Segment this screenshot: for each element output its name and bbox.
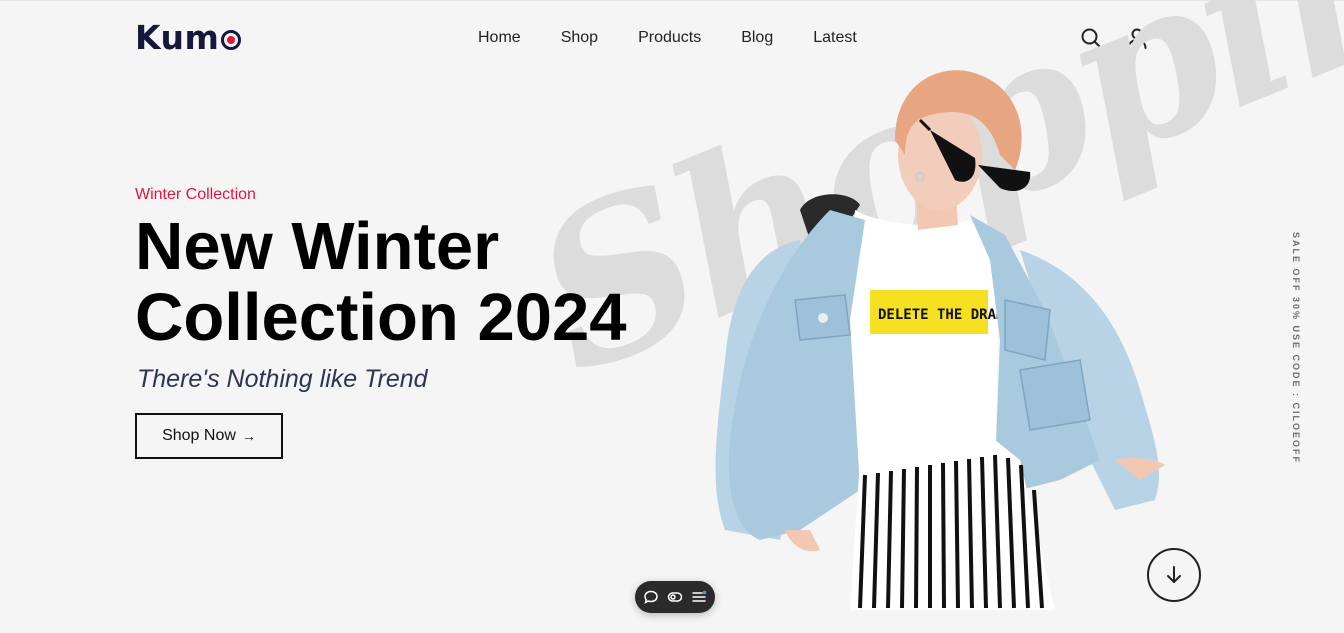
shop-now-label: Shop Now <box>162 427 236 444</box>
shirt-print: DELETE THE DRAMA <box>878 307 1013 323</box>
logo-dot-icon <box>221 30 242 50</box>
nav-shop[interactable]: Shop <box>561 28 598 48</box>
comment-icon[interactable] <box>643 589 659 605</box>
headline-line-2: Collection 2024 <box>135 280 627 355</box>
eye-icon[interactable] <box>667 589 683 605</box>
side-promo-text: SALE OFF 30% USE CODE : CILOEOFF <box>1291 232 1301 465</box>
nav-products[interactable]: Products <box>638 28 701 48</box>
arrow-right-icon: → <box>241 428 256 444</box>
menu-icon[interactable] <box>691 589 707 605</box>
shop-now-button[interactable]: Shop Now → <box>135 413 283 459</box>
main-nav: Home Shop Products Blog Latest <box>478 28 857 48</box>
nav-home[interactable]: Home <box>478 28 521 48</box>
brand-logo[interactable]: Kum <box>135 18 242 58</box>
floating-toolbar <box>635 581 715 613</box>
nav-latest[interactable]: Latest <box>813 28 857 48</box>
headline-line-1: New Winter <box>135 209 500 284</box>
scroll-down-button[interactable] <box>1147 548 1201 602</box>
hero-subline: There's Nothing like Trend <box>137 365 428 393</box>
brand-name: Kum <box>135 18 220 57</box>
hero-eyebrow: Winter Collection <box>135 186 256 203</box>
arrow-down-icon <box>1167 566 1181 583</box>
side-promo: SALE OFF 30% USE CODE : CILOEOFF <box>1287 232 1301 468</box>
hero-headline: New Winter Collection 2024 <box>135 211 655 353</box>
nav-blog[interactable]: Blog <box>741 28 773 48</box>
